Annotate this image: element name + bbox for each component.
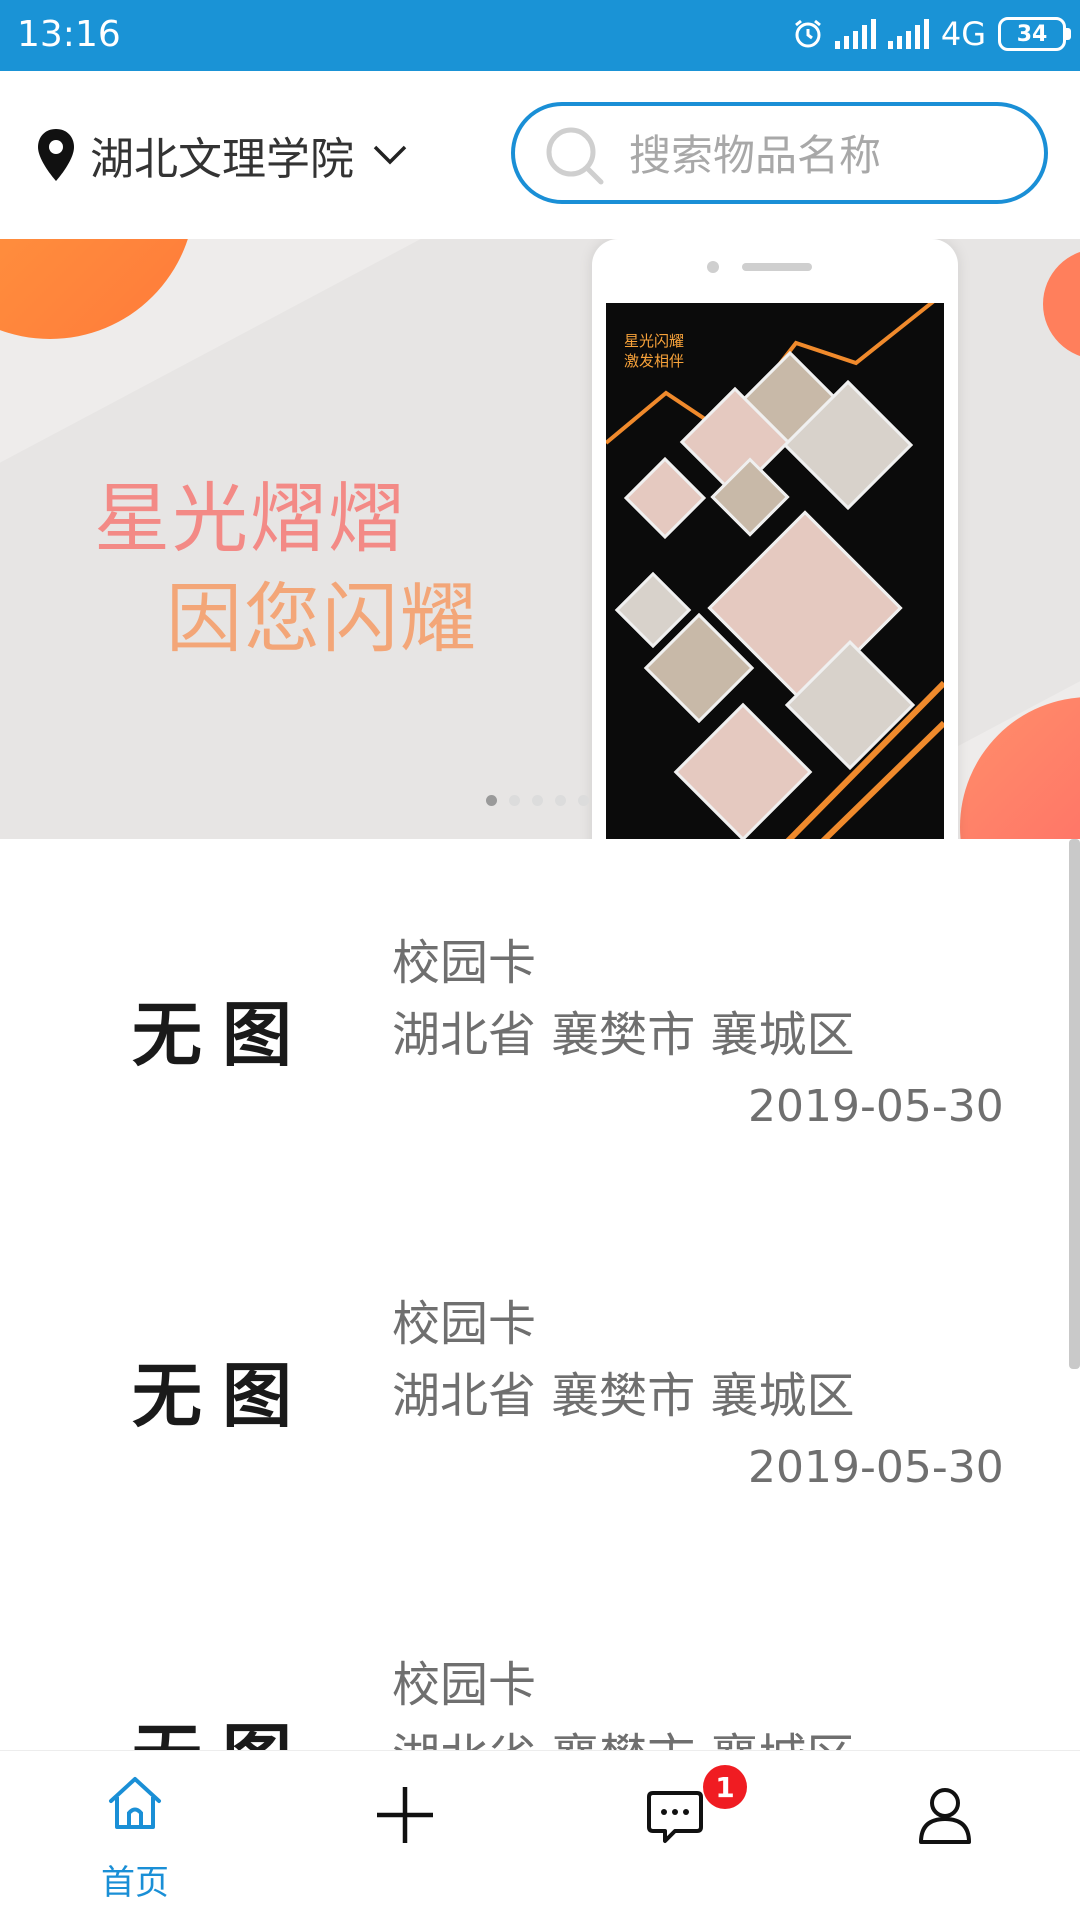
pagination-dot [578,795,589,806]
message-badge: 1 [703,1765,747,1809]
status-time: 13:16 [17,14,121,55]
screen-title: 星光闪耀 激发相伴 [624,332,685,370]
tab-add[interactable] [270,1751,540,1921]
battery-icon: 34 [998,17,1071,51]
list-item[interactable]: 无图 校园卡 湖北省 襄樊市 襄城区 2019-05-30 [0,1200,1060,1560]
list-item[interactable]: 无图 校园卡 湖北省 襄樊市 襄城区 [0,1561,1060,1750]
status-bar: 13:16 4G 34 [0,0,1080,71]
item-date: 2019-05-30 [748,1081,1004,1132]
list-scrollbar[interactable] [1069,839,1080,1369]
item-list[interactable]: 无图 校园卡 湖北省 襄樊市 襄城区 2019-05-30 无图 校园卡 湖北省… [0,839,1080,1750]
signal-icon [834,19,876,49]
item-date: 2019-05-30 [748,1442,1004,1493]
home-icon [109,1777,161,1829]
item-address: 湖北省 襄樊市 襄城区 [392,1368,855,1424]
banner-slogan-line1: 星光熠熠 [94,474,406,563]
item-address: 湖北省 襄樊市 襄城区 [392,1717,855,1750]
list-item[interactable]: 无图 校园卡 湖北省 襄樊市 襄城区 2019-05-30 [0,839,1060,1199]
banner-pagination [486,795,589,806]
promo-banner[interactable]: 星光熠熠 因您闪耀 星光闪耀 激发相伴 [0,239,1080,839]
search-input[interactable] [627,122,1031,188]
tab-profile[interactable] [810,1751,1080,1921]
pagination-dot-active [486,795,497,806]
location-label: 湖北文理学院 [90,134,354,185]
banner-decor-circle [0,239,195,339]
chevron-down-icon [373,145,407,165]
user-icon [919,1788,971,1844]
pagination-dot [532,795,543,806]
tab-home-label: 首页 [101,1863,169,1903]
phone-camera [707,261,719,273]
item-title: 校园卡 [392,1657,537,1713]
tab-home[interactable]: 首页 [0,1751,270,1921]
item-address: 湖北省 襄樊市 襄城区 [392,1007,855,1063]
battery-level: 34 [1016,21,1048,47]
pagination-dot [555,795,566,806]
message-icon [647,1791,703,1843]
alarm-icon [794,19,821,48]
phone-speaker [742,263,812,271]
phone-screen-image: 星光闪耀 激发相伴 [606,303,944,839]
item-thumbnail-placeholder: 无图 [132,1355,312,1437]
item-title: 校园卡 [392,1296,537,1352]
status-icons: 4G 34 [793,12,1071,56]
tab-messages[interactable] [540,1751,810,1921]
pagination-dot [509,795,520,806]
plus-icon [377,1787,433,1843]
item-title: 校园卡 [392,935,537,991]
map-pin-icon [38,129,74,181]
search-box[interactable] [511,102,1048,204]
network-type: 4G [940,15,986,53]
phone-mockup: 星光闪耀 激发相伴 [592,239,958,839]
item-thumbnail-placeholder: 无图 [132,1701,312,1750]
item-thumbnail-placeholder: 无图 [132,994,312,1076]
search-icon [546,127,604,185]
signal-icon [887,19,929,49]
bottom-navigation: 首页 1 [0,1750,1080,1921]
top-bar: 湖北文理学院 [0,71,1080,239]
location-selector[interactable]: 湖北文理学院 [36,123,408,187]
banner-slogan-line2: 因您闪耀 [166,574,478,663]
